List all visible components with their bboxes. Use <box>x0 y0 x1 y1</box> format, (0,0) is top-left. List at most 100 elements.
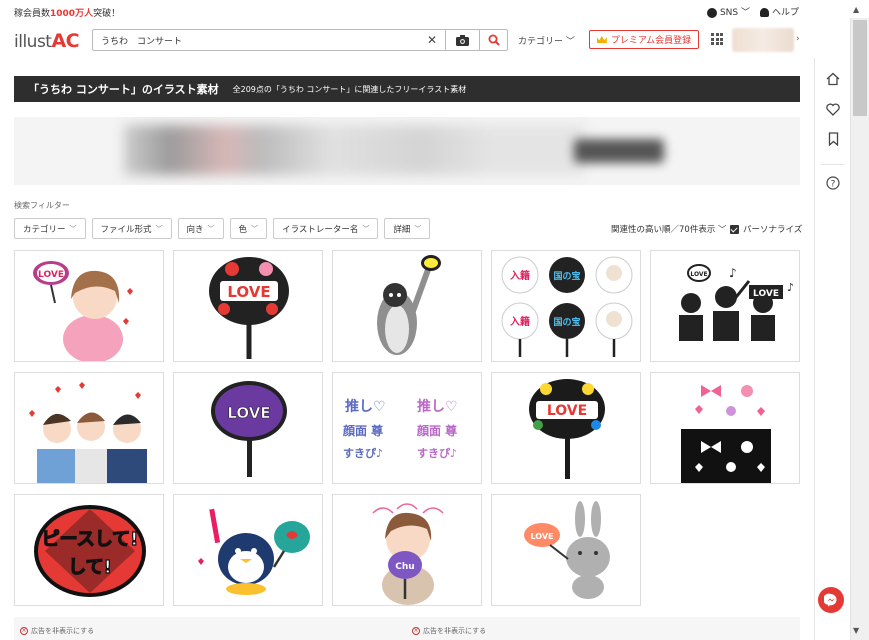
tile-illustration: Chu <box>372 503 444 605</box>
sort-dropdown[interactable]: 関連性の高い順／70件表示 ﹀ <box>611 223 727 235</box>
filter-category[interactable]: カテゴリー ﹀ <box>14 218 86 239</box>
filter-color[interactable]: 色 ﹀ <box>229 218 268 239</box>
svg-text:顔面 尊: 顔面 尊 <box>416 423 457 438</box>
filter-orientation[interactable]: 向き ﹀ <box>177 218 224 239</box>
favorites-button[interactable] <box>824 100 842 118</box>
result-tile[interactable] <box>173 494 323 606</box>
bookmark-icon <box>828 132 838 146</box>
hide-ad-link[interactable]: × 広告を非表示にする <box>412 626 486 636</box>
help-icon: ? <box>826 176 840 190</box>
svg-text:入籍: 入籍 <box>510 269 530 282</box>
scroll-down-arrow-icon[interactable]: ▼ <box>853 626 859 635</box>
result-tile[interactable]: Chu <box>332 494 482 606</box>
result-tile[interactable] <box>14 372 164 484</box>
svg-text:顔面 尊: 顔面 尊 <box>342 423 383 438</box>
svg-text:推し♡: 推し♡ <box>417 398 458 415</box>
image-search-button[interactable] <box>445 30 479 50</box>
result-tile[interactable]: 入籍 国の宝 入籍 国の宝 <box>491 250 641 362</box>
search-bar: ✕ <box>92 29 508 51</box>
scrollbar-thumb[interactable] <box>853 20 867 116</box>
clear-search-button[interactable]: ✕ <box>419 30 445 50</box>
svg-text:?: ? <box>831 180 836 190</box>
search-input[interactable] <box>93 30 419 50</box>
tile-illustration <box>681 373 771 483</box>
svg-text:すきぴ♪: すきぴ♪ <box>343 447 383 460</box>
tile-illustration: LOVE LOVE ♪ ♪ <box>679 264 794 341</box>
messenger-button[interactable] <box>818 587 844 613</box>
result-tile[interactable]: 推し♡ 推し♡ 顔面 尊 顔面 尊 すきぴ♪ すきぴ♪ <box>332 372 482 484</box>
tile-illustration <box>198 508 310 595</box>
tile-illustration: LOVE <box>33 261 133 361</box>
page-subtitle: 全209点の「うちわ コンサート」に関連したフリーイラスト素材 <box>232 84 467 94</box>
tile-text: Chu <box>395 562 414 572</box>
chevron-down-icon: ﹀ <box>69 224 77 233</box>
tile-illustration: LOVE <box>209 257 289 359</box>
premium-signup-button[interactable]: プレミアム会員登録 <box>589 30 699 49</box>
side-toolbar: ? <box>814 58 850 640</box>
tile-text: LOVE <box>547 403 587 419</box>
result-tile[interactable] <box>332 250 482 362</box>
messenger-icon <box>824 593 837 607</box>
camera-icon <box>456 34 469 46</box>
filter-label: 検索フィルター <box>14 201 70 210</box>
home-button[interactable] <box>824 70 842 88</box>
help-link[interactable]: ヘルプ <box>759 5 799 18</box>
search-button[interactable] <box>479 30 507 50</box>
tile-text: ピースして! <box>42 529 139 550</box>
svg-text:♪: ♪ <box>787 281 794 294</box>
ad-strip <box>14 617 800 640</box>
home-icon <box>826 72 840 86</box>
chevron-down-icon: ﹀ <box>414 224 422 233</box>
filter-bar: カテゴリー ﹀ ファイル形式 ﹀ 向き ﹀ 色 ﹀ イラストレーター名 ﹀ 詳細 ﹀ <box>14 218 431 239</box>
chevron-right-icon[interactable]: › <box>796 34 800 44</box>
personalize-toggle[interactable]: パーソナライズ <box>730 223 802 235</box>
tile-text: LOVE <box>227 283 270 301</box>
user-avatar[interactable] <box>732 28 794 52</box>
sns-icon <box>706 7 717 18</box>
tile-illustration <box>29 382 147 483</box>
tile-text: LOVE <box>753 289 779 299</box>
result-tile[interactable]: LOVE LOVE ♪ ♪ <box>650 250 800 362</box>
svg-text:して!: して! <box>68 557 112 578</box>
filter-details[interactable]: 詳細 ﹀ <box>384 218 431 239</box>
tile-illustration: 入籍 国の宝 入籍 国の宝 <box>501 256 633 357</box>
checkbox-icon <box>730 224 739 234</box>
result-tile[interactable]: ピースして! して! <box>14 494 164 606</box>
result-tile[interactable] <box>650 372 800 484</box>
tile-illustration: 推し♡ 推し♡ 顔面 尊 顔面 尊 すきぴ♪ すきぴ♪ <box>342 398 458 460</box>
result-tile[interactable]: LOVE <box>491 372 641 484</box>
member-count-text: 稼会員数1000万人突破！ <box>14 9 121 19</box>
hide-ad-link[interactable]: × 広告を非表示にする <box>20 626 94 636</box>
chevron-down-icon: ﹀ <box>207 224 215 233</box>
svg-text:入籍: 入籍 <box>510 315 530 328</box>
close-icon: × <box>20 627 28 635</box>
page-scrollbar[interactable] <box>850 18 869 640</box>
svg-text:LOVE: LOVE <box>690 271 707 278</box>
close-icon: × <box>412 627 420 635</box>
ad-banner[interactable] <box>14 117 800 185</box>
result-tile[interactable]: LOVE <box>491 494 641 606</box>
chevron-down-icon: ﹀ <box>155 224 163 233</box>
result-tile[interactable]: LOVE <box>14 250 164 362</box>
tile-text: 推し♡ <box>345 398 386 415</box>
heart-icon <box>826 102 840 116</box>
apps-grid-icon[interactable] <box>711 33 723 45</box>
sns-menu[interactable]: SNS ﹀ <box>706 5 750 18</box>
person-icon <box>759 8 769 17</box>
chevron-down-icon: ﹀ <box>362 224 370 233</box>
tile-illustration: LOVE <box>529 379 605 479</box>
filter-illustrator[interactable]: イラストレーター名 ﹀ <box>273 218 379 239</box>
site-logo[interactable]: illustAC <box>14 30 80 52</box>
tile-text: LOVE <box>530 532 553 541</box>
tile-text: LOVE <box>38 270 64 280</box>
bookmarks-button[interactable] <box>824 130 842 148</box>
help-button[interactable]: ? <box>824 174 842 192</box>
category-menu[interactable]: カテゴリー ﹀ <box>518 34 575 47</box>
result-tile[interactable]: LOVE <box>173 372 323 484</box>
scroll-up-arrow-icon[interactable]: ▲ <box>853 5 859 14</box>
filter-file-format[interactable]: ファイル形式 ﹀ <box>91 218 172 239</box>
crown-icon <box>596 36 607 43</box>
result-tile[interactable]: LOVE <box>173 250 323 362</box>
svg-text:すきぴ♪: すきぴ♪ <box>417 447 457 460</box>
svg-text:国の宝: 国の宝 <box>553 316 580 328</box>
